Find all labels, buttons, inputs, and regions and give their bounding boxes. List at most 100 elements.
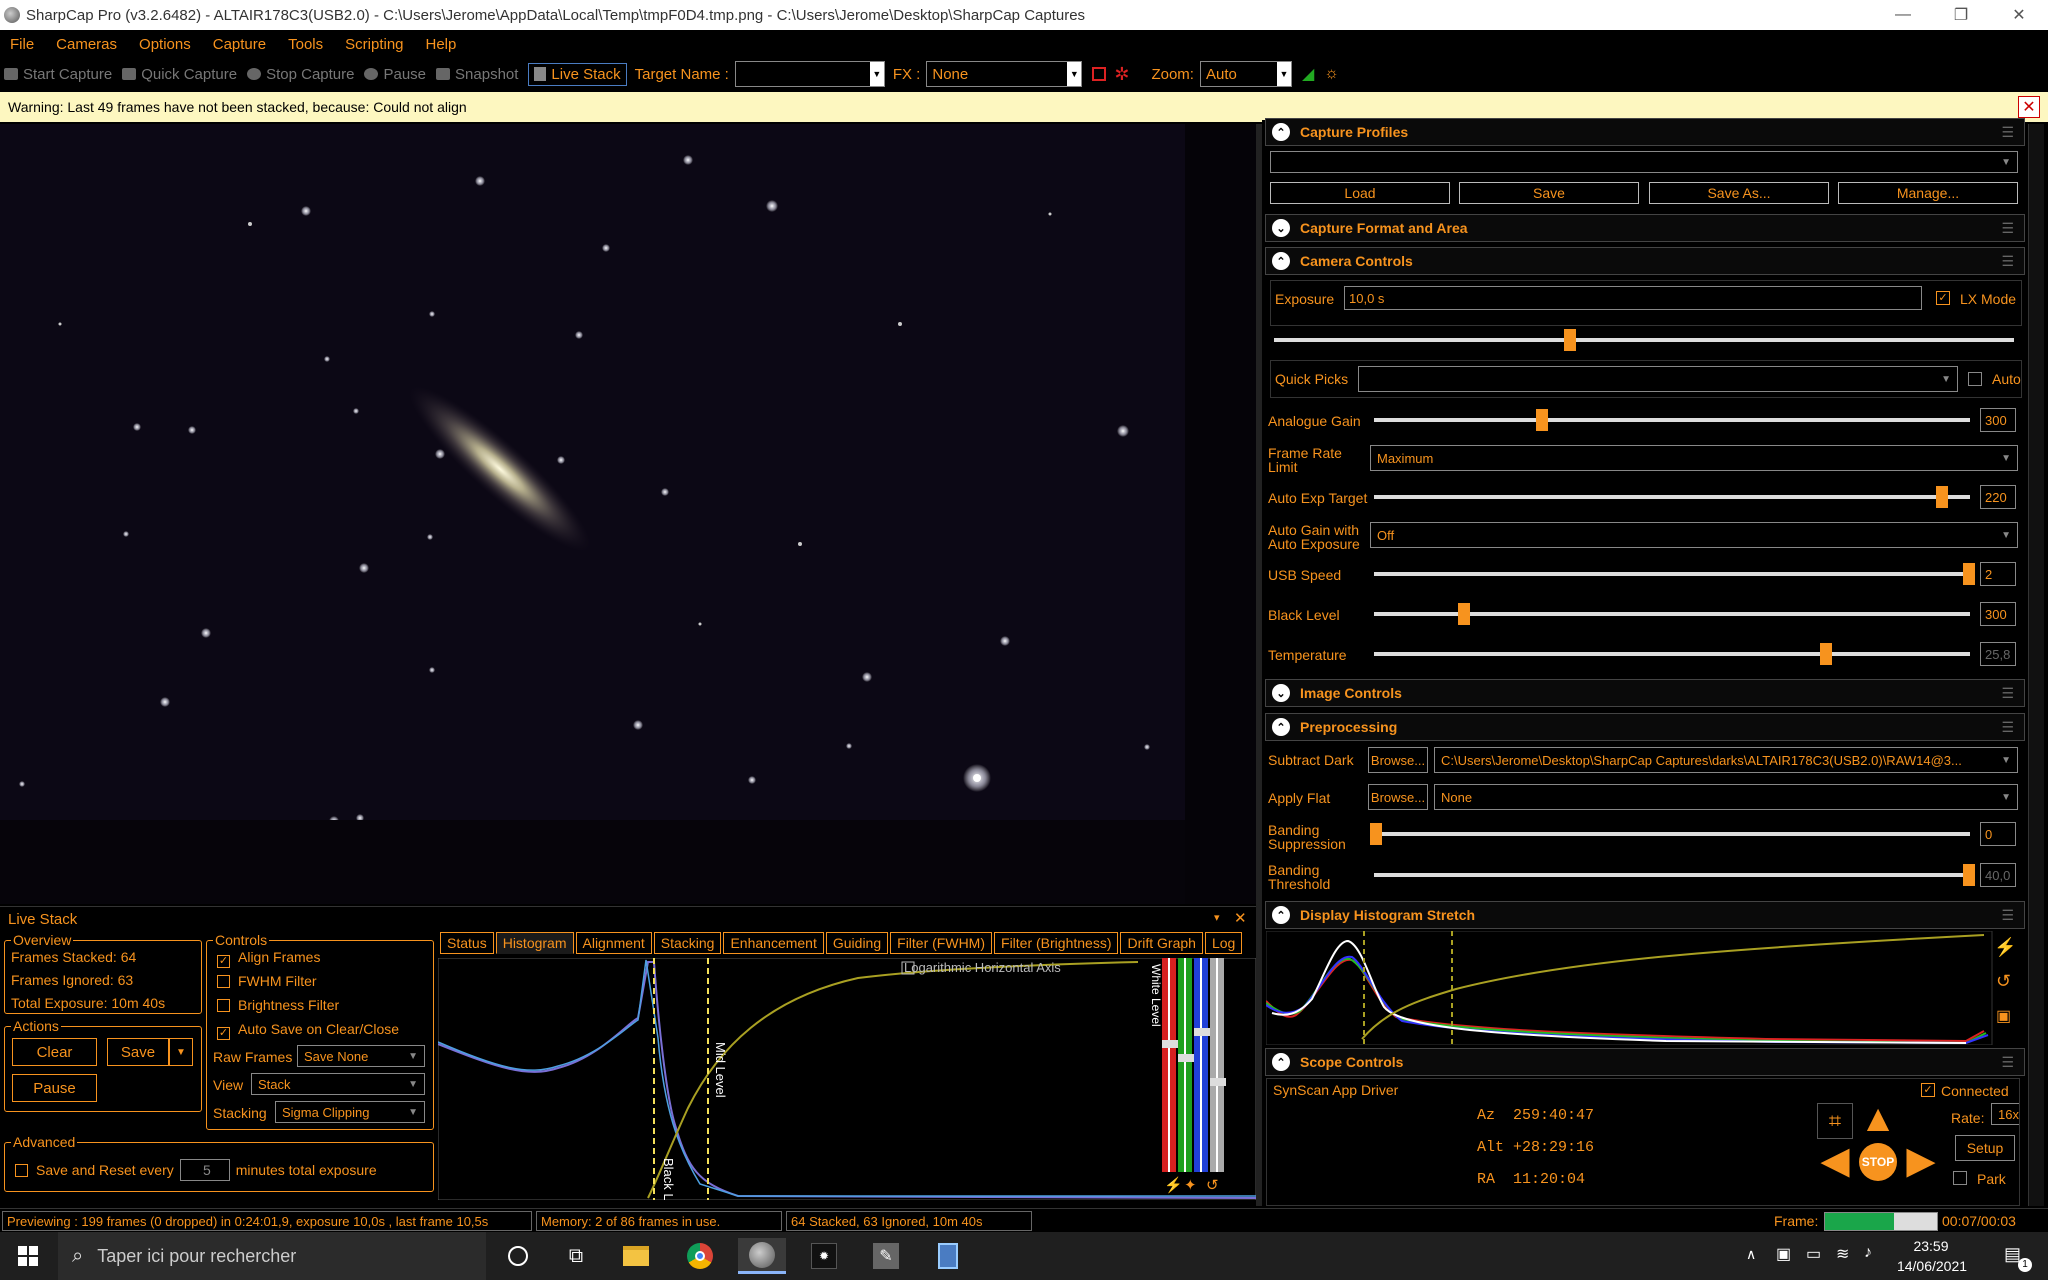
dark-path-select[interactable]: C:\Users\Jerome\Desktop\SharpCap Capture…	[1434, 747, 2018, 773]
histogram-icon[interactable]: ◢	[1302, 64, 1314, 84]
tab-histogram[interactable]: Histogram	[495, 932, 574, 954]
taskbar-search-box[interactable]: ⌕ Taper ici pour rechercher	[58, 1232, 486, 1280]
pause-button[interactable]: Pause	[364, 66, 426, 83]
snapshot-button[interactable]: Snapshot	[436, 66, 518, 83]
menu-icon[interactable]: ☰	[2001, 124, 2014, 141]
save-reset-stepper[interactable]: 5	[179, 1159, 230, 1181]
maximize-button[interactable]: ❐	[1932, 0, 1990, 30]
tab-enhancement[interactable]: Enhancement	[723, 932, 824, 954]
auto-gain-select[interactable]: Off ▼	[1370, 522, 2018, 548]
menu-icon[interactable]: ☰	[2001, 1054, 2014, 1071]
menu-help[interactable]: Help	[426, 36, 457, 53]
arrow-left-icon[interactable]: ◀	[1815, 1141, 1855, 1181]
view-select[interactable]: Stack ▼	[251, 1073, 425, 1095]
capture-format-header[interactable]: ⌄ Capture Format and Area ☰	[1265, 214, 2025, 242]
connected-checkbox[interactable]: ✓	[1921, 1083, 1935, 1097]
black-level-marker[interactable]: Black Level	[661, 1158, 676, 1200]
volume-icon[interactable]: ♪	[1864, 1244, 1872, 1262]
banding-suppression-value[interactable]: 0	[1980, 822, 2016, 846]
menu-icon[interactable]: ☰	[2001, 253, 2014, 270]
save-stretch-icon[interactable]: ▣	[1996, 1008, 2011, 1025]
minimize-button[interactable]: —	[1874, 0, 1932, 30]
stacking-select[interactable]: Sigma Clipping ▼	[275, 1101, 425, 1123]
analogue-gain-thumb[interactable]	[1536, 409, 1548, 431]
windows-start-icon[interactable]	[4, 1238, 52, 1274]
tab-drift-graph[interactable]: Drift Graph	[1120, 932, 1203, 954]
tab-filter-fwhm[interactable]: Filter (FWHM)	[890, 932, 993, 954]
clock-time[interactable]: 23:59	[1900, 1238, 1962, 1254]
menu-capture[interactable]: Capture	[213, 36, 266, 53]
menu-icon[interactable]: ☰	[2001, 220, 2014, 237]
banding-threshold-slider[interactable]	[1374, 873, 1970, 877]
setup-button[interactable]: Setup	[1955, 1135, 2015, 1161]
live-image[interactable]	[0, 124, 1185, 820]
star-icon[interactable]: ✦	[1184, 1177, 1197, 1194]
menu-options[interactable]: Options	[139, 36, 191, 53]
white-level-marker[interactable]: White Level	[1149, 964, 1163, 1027]
menu-icon[interactable]: ☰	[2001, 685, 2014, 702]
calculator-icon[interactable]	[924, 1238, 972, 1274]
quick-picks-select[interactable]: ▼	[1358, 366, 1958, 392]
menu-cameras[interactable]: Cameras	[56, 36, 117, 53]
pin-icon[interactable]: ▾	[1214, 911, 1220, 924]
display-histogram-header[interactable]: ⌃ Display Histogram Stretch ☰	[1265, 901, 2025, 929]
menu-icon[interactable]: ☰	[2001, 719, 2014, 736]
scope-controls-header[interactable]: ⌃ Scope Controls ☰	[1265, 1048, 2025, 1076]
tab-guiding[interactable]: Guiding	[825, 932, 889, 954]
banding-suppression-slider[interactable]	[1374, 832, 1970, 836]
wifi-icon[interactable]: ≋	[1836, 1244, 1849, 1264]
save-dropdown-chevron-down-icon[interactable]: ▼	[169, 1038, 193, 1066]
stop-button[interactable]: STOP	[1859, 1143, 1897, 1181]
raw-frames-select[interactable]: Save None ▼	[297, 1045, 425, 1067]
tab-log[interactable]: Log	[1204, 932, 1243, 954]
sharpcap-taskbar-icon[interactable]	[738, 1238, 786, 1274]
menu-icon[interactable]: ☰	[2001, 907, 2014, 924]
dark-browse-button[interactable]: Browse...	[1368, 747, 1428, 773]
tab-alignment[interactable]: Alignment	[575, 932, 652, 954]
usb-speed-thumb[interactable]	[1963, 563, 1975, 585]
exposure-slider-thumb[interactable]	[1564, 329, 1576, 351]
goto-icon[interactable]: ⌗	[1817, 1103, 1853, 1139]
chevron-down-icon[interactable]: ▼	[1276, 62, 1291, 86]
brightness-filter-checkbox[interactable]	[217, 999, 230, 1012]
usb-speed-slider[interactable]	[1374, 572, 1970, 576]
rate-select[interactable]: 16x▼	[1991, 1103, 2019, 1125]
pause-stack-button[interactable]: Pause	[12, 1074, 97, 1102]
close-window-button[interactable]: ✕	[1990, 0, 2048, 30]
target-name-input[interactable]: ▼	[734, 61, 885, 87]
panel-scrollbar[interactable]	[2028, 124, 2044, 1206]
save-button[interactable]: Save	[107, 1038, 169, 1066]
auto-exp-target-value[interactable]: 220	[1980, 485, 2016, 509]
banding-suppression-thumb[interactable]	[1370, 823, 1382, 845]
profile-save-button[interactable]: Save	[1459, 182, 1639, 204]
temperature-slider[interactable]	[1374, 652, 1970, 656]
align-frames-checkbox[interactable]: ✓	[217, 955, 230, 968]
clear-button[interactable]: Clear	[12, 1038, 97, 1066]
stack-histogram[interactable]: Black Level Mid Level Logarithmic Horizo…	[438, 958, 1256, 1200]
crosshair-icon[interactable]	[1092, 67, 1107, 81]
save-reset-checkbox[interactable]	[15, 1163, 28, 1177]
auto-stretch-icon[interactable]: ⚡	[1994, 936, 2016, 958]
arrow-right-icon[interactable]: ▶	[1901, 1141, 1941, 1181]
tray-camera-icon[interactable]: ▣	[1776, 1244, 1791, 1264]
quick-capture-button[interactable]: Quick Capture	[122, 66, 237, 83]
analogue-gain-value[interactable]: 300	[1980, 408, 2016, 432]
image-controls-header[interactable]: ⌄ Image Controls ☰	[1265, 679, 2025, 707]
auto-exp-target-slider[interactable]	[1374, 495, 1970, 499]
reset-stretch-icon[interactable]: ↺	[1996, 971, 2011, 991]
camera-controls-header[interactable]: ⌃ Camera Controls ☰	[1265, 247, 2025, 275]
arrow-up-icon[interactable]: ▲	[1859, 1099, 1897, 1139]
fwhm-filter-checkbox[interactable]	[217, 975, 230, 988]
battery-icon[interactable]: ▭	[1806, 1244, 1821, 1264]
auto-save-checkbox[interactable]: ✓	[217, 1027, 230, 1040]
flat-select[interactable]: None ▼	[1434, 784, 2018, 810]
tab-status[interactable]: Status	[440, 932, 494, 954]
profile-saveas-button[interactable]: Save As...	[1649, 182, 1829, 204]
auto-exp-target-thumb[interactable]	[1936, 486, 1948, 508]
reticle-icon[interactable]: ✲	[1114, 64, 1129, 85]
live-stack-close-button[interactable]: ✕	[1234, 909, 1247, 927]
start-capture-button[interactable]: Start Capture	[4, 66, 112, 83]
menu-file[interactable]: File	[10, 36, 34, 53]
mid-level-marker[interactable]: Mid Level	[713, 1042, 728, 1098]
warning-close-button[interactable]: ✕	[2018, 96, 2040, 118]
